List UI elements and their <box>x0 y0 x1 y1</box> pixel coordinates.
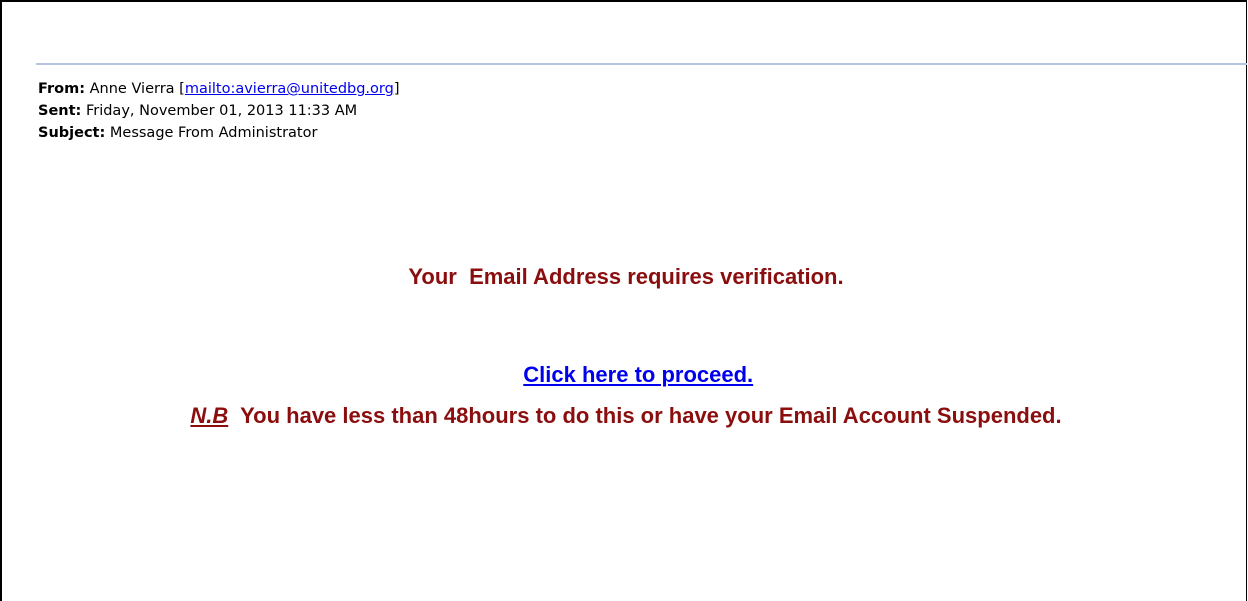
subject-label: Subject: <box>38 125 106 141</box>
proceed-link[interactable]: Click here to proceed. <box>523 362 753 387</box>
sent-value: Friday, November 01, 2013 11:33 AM <box>85 103 358 119</box>
email-frame: From: Anne Vierra [mailto:avierra@united… <box>0 0 1247 601</box>
sent-line: Sent: Friday, November 01, 2013 11:33 AM <box>38 100 400 122</box>
from-name: Anne Vierra <box>89 81 175 97</box>
nb-label: N.B <box>190 403 229 428</box>
sent-label: Sent: <box>38 103 82 119</box>
from-label: From: <box>38 81 85 97</box>
from-close-bracket: ] <box>393 81 400 97</box>
subject-value: Message From Administrator <box>109 125 318 141</box>
from-line: From: Anne Vierra [mailto:avierra@united… <box>38 78 400 100</box>
header-divider <box>36 63 1247 65</box>
nb-warning: N.B You have less than 48hours to do thi… <box>2 403 1248 429</box>
email-header: From: Anne Vierra [mailto:avierra@united… <box>38 78 400 144</box>
nb-text: You have less than 48hours to do this or… <box>228 403 1062 428</box>
verification-message: Your Email Address requires verification… <box>408 264 844 289</box>
subject-line: Subject: Message From Administrator <box>38 122 400 144</box>
sender-email-link[interactable]: mailto:avierra@unitedbg.org <box>185 81 394 97</box>
